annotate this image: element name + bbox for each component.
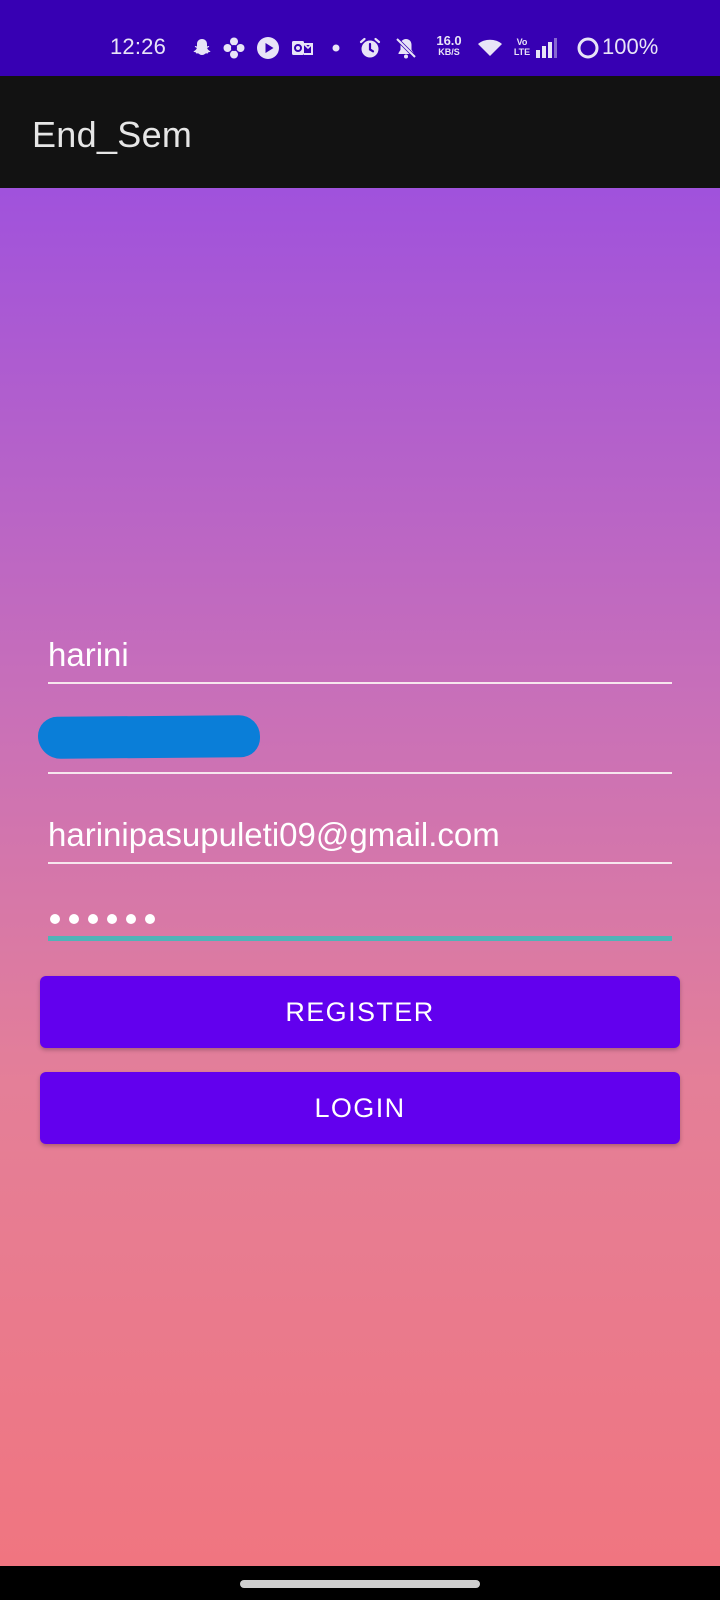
network-speed: 16.0 KB/S xyxy=(432,34,466,58)
email-field[interactable]: harinipasupuleti09@gmail.com xyxy=(48,800,672,864)
network-speed-unit: KB/S xyxy=(438,47,460,57)
wifi-icon xyxy=(476,36,504,60)
status-bar: 12:26 16.0 KB/S Vo LTE 100% xyxy=(0,0,720,76)
password-field-underline xyxy=(48,936,672,941)
volte-indicator: Vo LTE xyxy=(513,37,531,57)
email-field-underline xyxy=(48,862,672,864)
password-field[interactable] xyxy=(48,874,672,941)
email-input-value[interactable]: harinipasupuleti09@gmail.com xyxy=(48,816,672,854)
app-bar: End_Sem xyxy=(0,76,720,188)
phone-field-underline xyxy=(48,772,672,774)
battery-percentage: 100% xyxy=(602,34,659,59)
password-dot xyxy=(107,914,117,924)
register-button[interactable]: REGISTER xyxy=(40,976,680,1048)
play-icon xyxy=(256,36,280,60)
password-dot xyxy=(50,914,60,924)
redaction-mark xyxy=(37,715,261,759)
password-dot xyxy=(69,914,79,924)
volte-top: Vo xyxy=(516,37,528,47)
password-dot xyxy=(145,914,155,924)
app-title: End_Sem xyxy=(32,114,193,155)
password-dot xyxy=(126,914,136,924)
volte-bottom: LTE xyxy=(513,47,531,57)
register-screen: harini harinipasupuleti09@gmail.com REGI… xyxy=(0,188,720,1566)
snapchat-icon xyxy=(190,36,214,60)
name-field[interactable]: harini xyxy=(48,620,672,684)
phone-field[interactable] xyxy=(37,710,672,774)
network-speed-value: 16.0 xyxy=(436,33,462,48)
outlook-icon xyxy=(290,36,314,60)
navigation-bar xyxy=(0,1566,720,1600)
dot-icon xyxy=(324,36,348,60)
login-button[interactable]: LOGIN xyxy=(40,1072,680,1144)
name-input-value[interactable]: harini xyxy=(48,636,672,674)
password-mask[interactable] xyxy=(50,914,155,924)
alarm-icon xyxy=(358,36,382,60)
password-dot xyxy=(88,914,98,924)
battery-ring-icon xyxy=(576,36,600,60)
status-time: 12:26 xyxy=(110,34,167,59)
mute-icon xyxy=(394,36,418,60)
name-field-underline xyxy=(48,682,672,684)
flower-icon xyxy=(222,36,246,60)
signal-icon xyxy=(534,36,558,60)
gesture-handle[interactable] xyxy=(240,1580,480,1588)
